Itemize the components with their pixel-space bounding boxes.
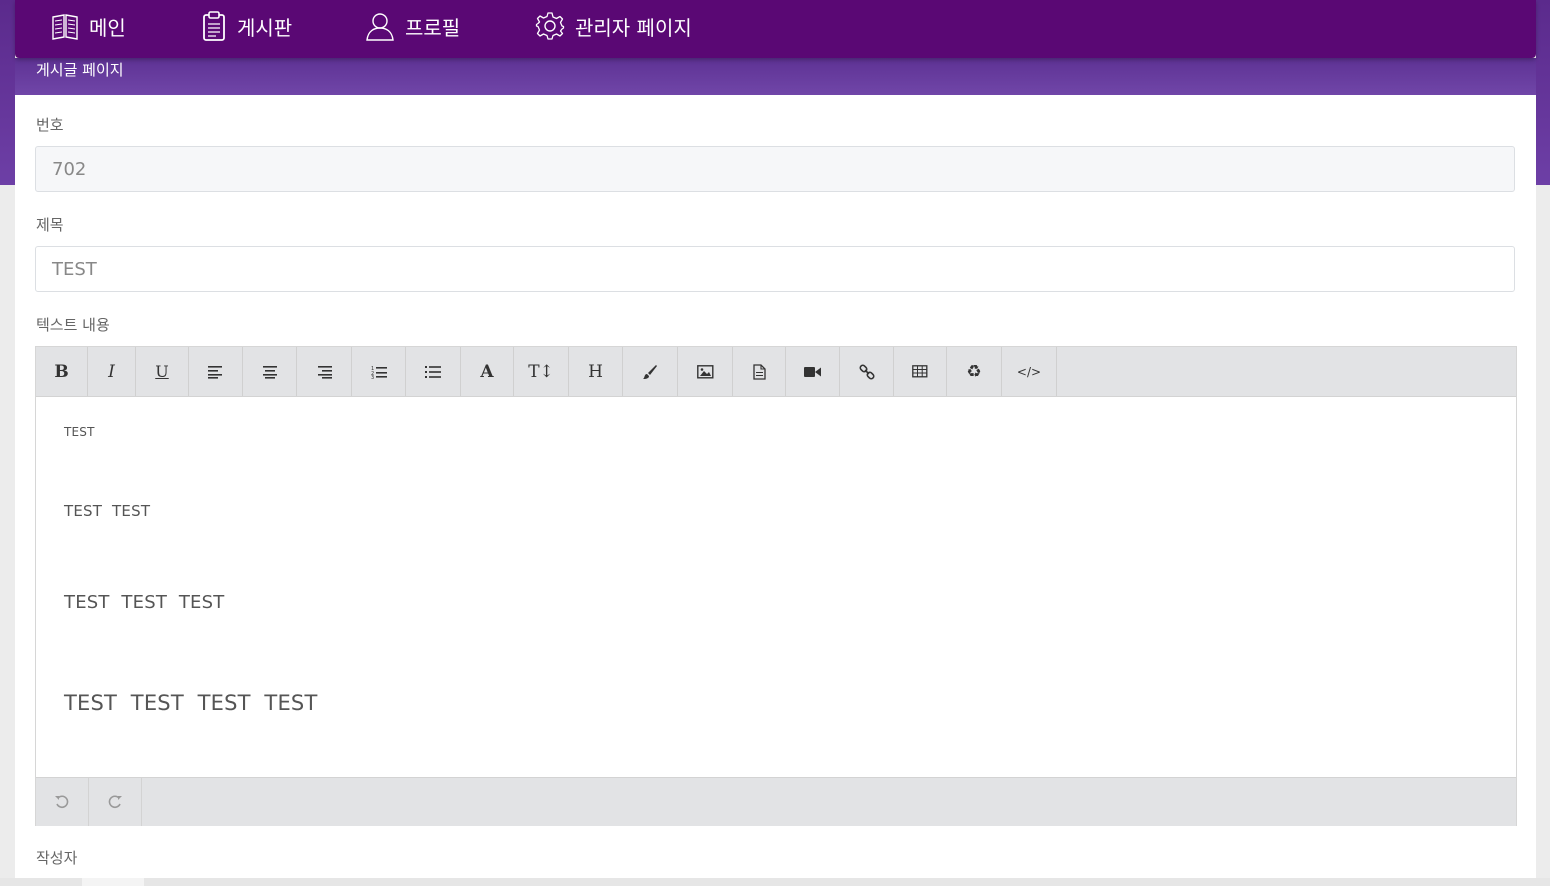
brush-icon — [643, 364, 657, 379]
editor-content-area[interactable]: TEST TEST TEST TEST TEST TEST TEST TEST … — [36, 397, 1516, 777]
link-button[interactable] — [840, 347, 894, 396]
font-size-icon: T↕ — [528, 361, 554, 382]
align-left-icon — [207, 365, 222, 379]
gear-icon — [535, 12, 565, 40]
ordered-list-button[interactable]: 123 — [352, 347, 406, 396]
video-icon — [804, 366, 821, 377]
content-line-4: TEST TEST TEST TEST — [64, 691, 318, 715]
bottom-strip-segment — [82, 878, 144, 886]
align-right-icon — [318, 365, 332, 379]
clipboard-icon — [203, 11, 225, 41]
content-line-2: TEST TEST — [64, 502, 151, 520]
bold-button[interactable]: B — [36, 347, 88, 396]
book-icon — [52, 14, 78, 40]
top-navbar: 메인 게시판 프로필 관리자 페이지 — [15, 0, 1536, 58]
code-icon: </> — [1016, 364, 1042, 379]
ordered-list-icon: 123 — [371, 366, 387, 379]
redo-icon — [108, 795, 122, 809]
number-label: 번호 — [36, 116, 64, 134]
unordered-list-button[interactable] — [406, 347, 461, 396]
number-field[interactable]: 702 — [35, 146, 1515, 192]
undo-button[interactable] — [36, 778, 89, 826]
post-card: 게시글 페이지 번호 702 제목 TEST 텍스트 내용 B I U 123 — [15, 0, 1536, 878]
nav-item-profile-label: 프로필 — [405, 15, 461, 40]
content-line-1: TEST — [64, 425, 95, 439]
recycle-icon: ♻ — [966, 361, 982, 382]
rich-text-editor: B I U 123 A T↕ H ♻ </> TEST TEST TEST TE… — [35, 346, 1517, 826]
link-icon — [858, 363, 875, 380]
table-icon — [912, 365, 928, 378]
file-button[interactable] — [733, 347, 786, 396]
card-header: 게시글 페이지 — [15, 58, 1536, 95]
content-line-3: TEST TEST TEST — [64, 592, 225, 613]
content-label: 텍스트 내용 — [36, 316, 110, 334]
bottom-strip — [0, 878, 1550, 886]
italic-icon: I — [108, 361, 115, 382]
nav-item-board-label: 게시판 — [237, 15, 293, 40]
video-button[interactable] — [786, 347, 840, 396]
font-size-button[interactable]: T↕ — [514, 347, 569, 396]
svg-text:3: 3 — [371, 375, 374, 379]
bold-icon: B — [54, 361, 69, 382]
editor-toolbar: B I U 123 A T↕ H ♻ </> — [36, 347, 1516, 397]
nav-item-profile[interactable]: 프로필 — [365, 0, 460, 52]
align-center-button[interactable] — [243, 347, 297, 396]
table-button[interactable] — [894, 347, 947, 396]
nav-item-main-label: 메인 — [89, 15, 126, 40]
page-title: 게시글 페이지 — [36, 61, 124, 79]
underline-icon: U — [155, 362, 169, 381]
file-icon — [752, 363, 766, 380]
font-color-icon: A — [480, 361, 494, 382]
recycle-button[interactable]: ♻ — [947, 347, 1002, 396]
underline-button[interactable]: U — [136, 347, 189, 396]
title-field[interactable]: TEST — [35, 246, 1515, 292]
nav-item-main[interactable]: 메인 — [51, 0, 126, 52]
image-button[interactable] — [678, 347, 733, 396]
brush-button[interactable] — [623, 347, 678, 396]
unordered-list-icon — [425, 365, 441, 378]
code-view-button[interactable]: </> — [1002, 347, 1057, 396]
nav-item-admin-label: 관리자 페이지 — [575, 15, 692, 40]
user-icon — [366, 13, 394, 41]
align-right-button[interactable] — [297, 347, 352, 396]
editor-history-bar — [36, 777, 1516, 826]
heading-icon: H — [588, 361, 603, 382]
align-left-button[interactable] — [189, 347, 243, 396]
italic-button[interactable]: I — [88, 347, 136, 396]
author-label: 작성자 — [36, 849, 78, 867]
nav-item-board[interactable]: 게시판 — [201, 0, 292, 52]
redo-button[interactable] — [89, 778, 142, 826]
font-color-button[interactable]: A — [461, 347, 514, 396]
title-label: 제목 — [36, 216, 64, 234]
undo-icon — [55, 795, 69, 809]
image-icon — [696, 364, 714, 379]
align-center-icon — [262, 365, 277, 379]
nav-item-admin[interactable]: 관리자 페이지 — [535, 0, 692, 52]
heading-button[interactable]: H — [569, 347, 623, 396]
